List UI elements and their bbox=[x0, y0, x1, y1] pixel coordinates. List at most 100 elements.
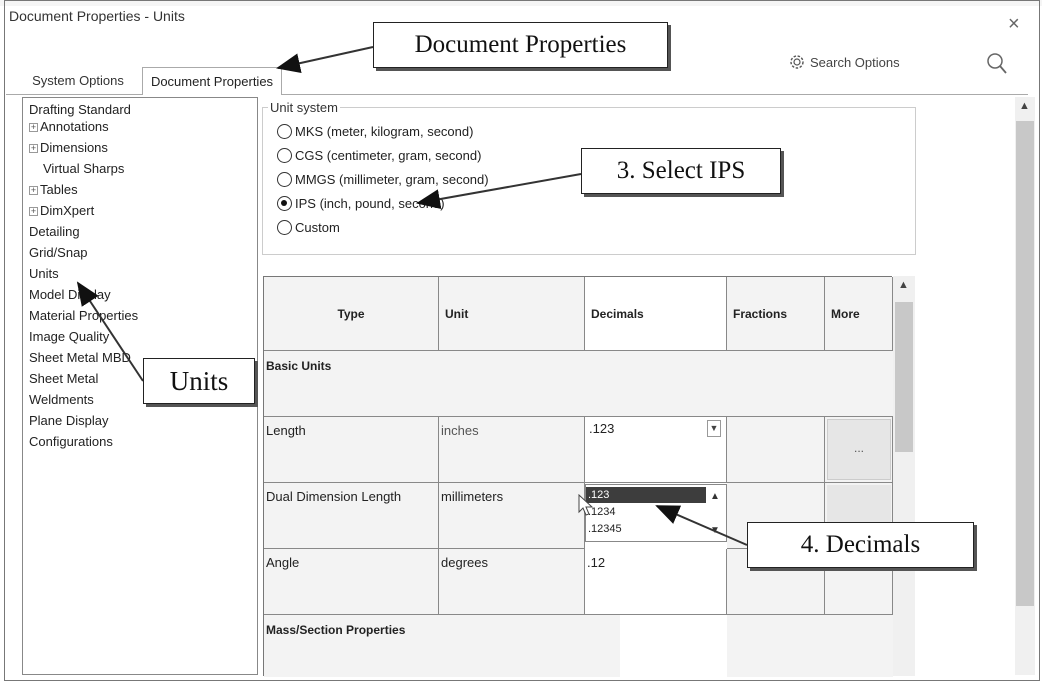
cell-type: Dual Dimension Length bbox=[264, 483, 439, 549]
radio-label: MMGS (millimeter, gram, second) bbox=[295, 172, 489, 187]
cell-unit[interactable]: degrees bbox=[439, 549, 585, 615]
tree-item-label: Virtual Sharps bbox=[43, 161, 125, 176]
column-header-more: More bbox=[825, 277, 893, 351]
tree-item-grid-snap[interactable]: Grid/Snap bbox=[29, 245, 88, 260]
units-table: Type Unit Decimals Fractions More Basic … bbox=[263, 276, 893, 677]
search-icon[interactable] bbox=[984, 51, 1010, 77]
tree-item-plane-display[interactable]: Plane Display bbox=[29, 413, 109, 428]
tab-divider bbox=[6, 94, 142, 95]
tree-item-sheet-metal[interactable]: Sheet Metal bbox=[29, 371, 98, 386]
tree-item-label: Sheet Metal bbox=[29, 371, 99, 386]
radio-icon[interactable] bbox=[277, 148, 292, 163]
tree-item-model-display[interactable]: Model Display bbox=[29, 287, 111, 302]
more-button[interactable]: ... bbox=[827, 419, 891, 480]
tree-item-label: Annotations bbox=[40, 119, 109, 134]
tree-item-tables[interactable]: + Tables bbox=[29, 182, 78, 197]
tree-item-label: Model Display bbox=[29, 287, 111, 302]
callout-units: Units bbox=[143, 358, 255, 404]
cell-unit[interactable]: inches bbox=[439, 417, 585, 483]
expand-icon[interactable]: + bbox=[29, 144, 38, 153]
mouse-cursor-icon bbox=[578, 494, 594, 516]
unit-system-label: Unit system bbox=[268, 100, 340, 115]
callout-document-properties: Document Properties bbox=[373, 22, 668, 68]
tree-item-label: Detailing bbox=[29, 224, 80, 239]
column-header-decimals: Decimals bbox=[585, 277, 727, 351]
tree-item-label: Plane Display bbox=[29, 413, 109, 428]
radio-label: IPS (inch, pound, second) bbox=[295, 196, 445, 211]
radio-mks[interactable]: MKS (meter, kilogram, second) bbox=[277, 124, 473, 139]
dropdown-option[interactable]: .1234 bbox=[586, 504, 706, 520]
tree-item-annotations[interactable]: + Annotations bbox=[29, 119, 109, 134]
tree-item-dimensions[interactable]: + Dimensions bbox=[29, 140, 108, 155]
tab-document-properties[interactable]: Document Properties bbox=[142, 67, 282, 95]
radio-label: MKS (meter, kilogram, second) bbox=[295, 124, 474, 139]
column-header-type: Type bbox=[264, 277, 439, 351]
radio-ips[interactable]: IPS (inch, pound, second) bbox=[277, 196, 445, 211]
radio-cgs[interactable]: CGS (centimeter, gram, second) bbox=[277, 148, 481, 163]
search-options-label: Search Options bbox=[810, 55, 900, 70]
radio-label: CGS (centimeter, gram, second) bbox=[295, 148, 482, 163]
tree-item-label: Configurations bbox=[29, 434, 113, 449]
chevron-up-icon[interactable]: ▲ bbox=[898, 279, 909, 291]
gear-icon bbox=[790, 55, 804, 69]
tree-item-drafting-standard[interactable]: Drafting Standard bbox=[29, 102, 131, 117]
dropdown-option[interactable]: .123 bbox=[586, 487, 706, 503]
radio-icon[interactable] bbox=[277, 124, 292, 139]
radio-icon[interactable] bbox=[277, 172, 292, 187]
column-header-fractions: Fractions bbox=[727, 277, 825, 351]
cell-unit[interactable]: millimeters bbox=[439, 483, 585, 549]
tree-item-label: Material Properties bbox=[29, 308, 139, 323]
tree-item-label: Image Quality bbox=[29, 329, 110, 344]
tree-item-configurations[interactable]: Configurations bbox=[29, 434, 113, 449]
cell-decimals[interactable]: .12 bbox=[585, 549, 727, 615]
section-basic-units: Basic Units bbox=[264, 351, 893, 417]
tree-item-units[interactable]: Units bbox=[29, 266, 59, 281]
tree-item-label: Tables bbox=[40, 182, 78, 197]
chevron-up-icon[interactable]: ▲ bbox=[1019, 100, 1030, 112]
cell-type: Angle bbox=[264, 549, 439, 615]
dropdown-option[interactable]: .12345 bbox=[586, 521, 706, 537]
tree-item-virtual-sharps[interactable]: Virtual Sharps bbox=[43, 161, 124, 176]
tree-item-label: Dimensions bbox=[40, 140, 108, 155]
tree-item-label: Units bbox=[29, 266, 59, 281]
radio-mmgs[interactable]: MMGS (millimeter, gram, second) bbox=[277, 172, 489, 187]
radio-selected-icon[interactable] bbox=[277, 196, 292, 211]
tree-item-weldments[interactable]: Weldments bbox=[29, 392, 94, 407]
tree-item-label: Drafting Standard bbox=[29, 102, 131, 117]
callout-select-ips: 3. Select IPS bbox=[581, 148, 781, 194]
table-scrollbar[interactable]: ▲ bbox=[893, 276, 915, 676]
tree-item-sheet-metal-mbd[interactable]: Sheet Metal MBD bbox=[29, 350, 131, 365]
chevron-up-icon[interactable]: ▲ bbox=[710, 491, 720, 502]
window-title: Document Properties - Units bbox=[9, 8, 185, 24]
main-scrollbar[interactable]: ▲ bbox=[1015, 97, 1035, 675]
tree-item-label: Grid/Snap bbox=[29, 245, 88, 260]
cell-type: Length bbox=[264, 417, 439, 483]
search-options[interactable]: Search Options bbox=[788, 51, 1012, 77]
callout-decimals: 4. Decimals bbox=[747, 522, 974, 568]
decimals-dropdown-list[interactable]: .123 .1234 .12345 ▲ ▼ bbox=[585, 484, 727, 542]
tree-item-image-quality[interactable]: Image Quality bbox=[29, 329, 109, 344]
column-header-unit: Unit bbox=[439, 277, 585, 351]
tree-item-detailing[interactable]: Detailing bbox=[29, 224, 80, 239]
radio-label: Custom bbox=[295, 220, 340, 235]
chevron-down-icon[interactable]: ▼ bbox=[707, 420, 721, 437]
tab-divider bbox=[282, 94, 1028, 95]
radio-custom[interactable]: Custom bbox=[277, 220, 340, 235]
radio-icon[interactable] bbox=[277, 220, 292, 235]
section-mass-properties: Mass/Section Properties bbox=[264, 615, 620, 677]
close-icon[interactable]: × bbox=[1008, 14, 1020, 34]
tree-item-material-properties[interactable]: Material Properties bbox=[29, 308, 138, 323]
tree-item-dimxpert[interactable]: + DimXpert bbox=[29, 203, 94, 218]
tree-item-label: Sheet Metal MBD bbox=[29, 350, 131, 365]
expand-icon[interactable]: + bbox=[29, 123, 38, 132]
expand-icon[interactable]: + bbox=[29, 207, 38, 216]
expand-icon[interactable]: + bbox=[29, 186, 38, 195]
tab-system-options[interactable]: System Options bbox=[16, 67, 140, 94]
scrollbar-thumb[interactable] bbox=[895, 302, 913, 452]
cell-fractions bbox=[727, 417, 825, 483]
tree-item-label: DimXpert bbox=[40, 203, 95, 218]
tree-item-label: Weldments bbox=[29, 392, 94, 407]
scrollbar-thumb[interactable] bbox=[1016, 121, 1034, 606]
decimals-select-length[interactable]: .123 bbox=[587, 419, 723, 439]
chevron-down-icon[interactable]: ▼ bbox=[710, 525, 720, 536]
